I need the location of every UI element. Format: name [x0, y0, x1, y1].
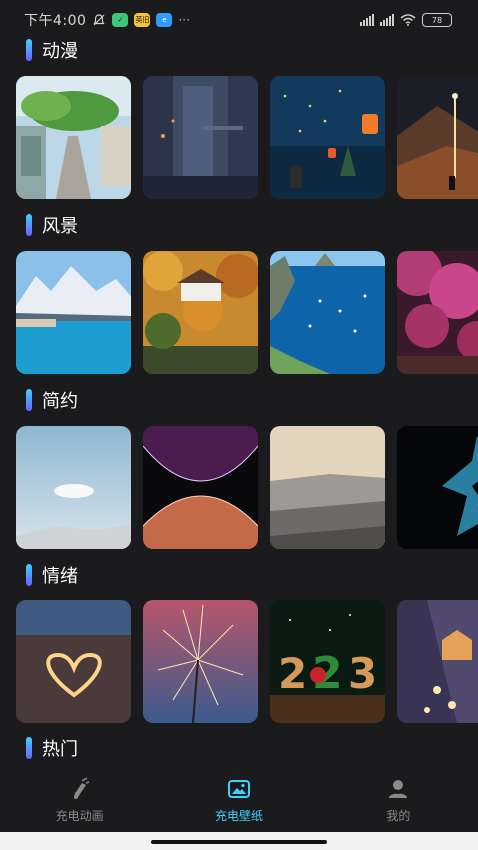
wallpaper-thumbnail[interactable] — [16, 76, 131, 199]
wallpaper-thumbnail[interactable] — [16, 251, 131, 374]
svg-text:3: 3 — [348, 649, 377, 698]
section-accent-bar — [26, 564, 32, 586]
section-accent-bar — [26, 737, 32, 759]
shield-app-icon: ✓ — [112, 13, 129, 27]
wallpaper-thumbnail[interactable] — [143, 251, 258, 374]
wallpaper-thumbnail[interactable] — [397, 600, 478, 723]
svg-text:2: 2 — [278, 649, 307, 698]
wallpaper-thumbnail[interactable] — [397, 251, 478, 374]
bottom-tab-bar: 充电动画 充电壁纸 我的 — [0, 768, 478, 832]
tab-charging-animation[interactable]: 充电动画 — [0, 768, 159, 832]
wallpaper-thumbnail[interactable] — [143, 76, 258, 199]
more-notifications-icon: ··· — [178, 13, 190, 27]
section-label: 简约 — [42, 391, 78, 412]
browser-app-icon: e — [156, 13, 173, 27]
notification-badge: 英旧 — [134, 13, 151, 27]
wallpaper-thumbnail[interactable] — [397, 76, 478, 199]
charging-animation-icon — [73, 776, 89, 799]
section-label: 热门 — [42, 739, 78, 760]
wallpaper-thumbnail[interactable] — [270, 426, 385, 549]
tab-charging-wallpaper[interactable]: 充电壁纸 — [159, 768, 318, 832]
section-accent-bar — [26, 39, 32, 61]
wallpaper-thumbnail[interactable] — [143, 426, 258, 549]
wallpaper-thumbnail[interactable] — [16, 426, 131, 549]
section-label: 风景 — [42, 216, 78, 237]
anime-wallpaper-row[interactable] — [16, 76, 478, 199]
wifi-icon — [400, 14, 416, 26]
wallpaper-thumbnail[interactable] — [397, 426, 478, 549]
section-title-landscape: 风景 — [26, 213, 78, 237]
tab-label: 充电壁纸 — [214, 808, 263, 823]
status-bar: 下午4:00 ✓ 英旧 e ··· 78 — [0, 0, 478, 40]
profile-icon — [389, 779, 408, 798]
wallpaper-thumbnail[interactable] — [270, 251, 385, 374]
bell-off-icon — [93, 14, 106, 26]
wallpaper-thumbnail[interactable] — [16, 600, 131, 723]
minimal-wallpaper-row[interactable] — [16, 426, 478, 549]
section-label: 动漫 — [42, 41, 78, 62]
wallpaper-thumbnail[interactable] — [143, 600, 258, 723]
section-title-minimal: 简约 — [26, 388, 78, 412]
tab-label: 充电动画 — [55, 808, 104, 823]
tab-label: 我的 — [386, 808, 411, 823]
section-accent-bar — [26, 214, 32, 236]
section-label: 情绪 — [42, 566, 78, 587]
mood-wallpaper-row[interactable]: 2 3 2 — [16, 600, 478, 723]
section-title-mood: 情绪 — [26, 563, 78, 587]
signal-icon-2 — [380, 14, 394, 26]
tab-mine[interactable]: 我的 — [319, 768, 478, 832]
landscape-wallpaper-row[interactable] — [16, 251, 478, 374]
battery-indicator: 78 — [422, 13, 452, 27]
wallpaper-icon — [227, 779, 250, 798]
signal-icon — [360, 14, 374, 26]
section-title-anime: 动漫 — [26, 38, 78, 62]
section-accent-bar — [26, 389, 32, 411]
wallpaper-thumbnail[interactable]: 2 3 2 — [270, 600, 385, 723]
section-title-popular: 热门 — [26, 736, 78, 760]
home-indicator[interactable] — [151, 840, 327, 844]
status-time: 下午4:00 — [24, 13, 87, 29]
wallpaper-thumbnail[interactable] — [270, 76, 385, 199]
